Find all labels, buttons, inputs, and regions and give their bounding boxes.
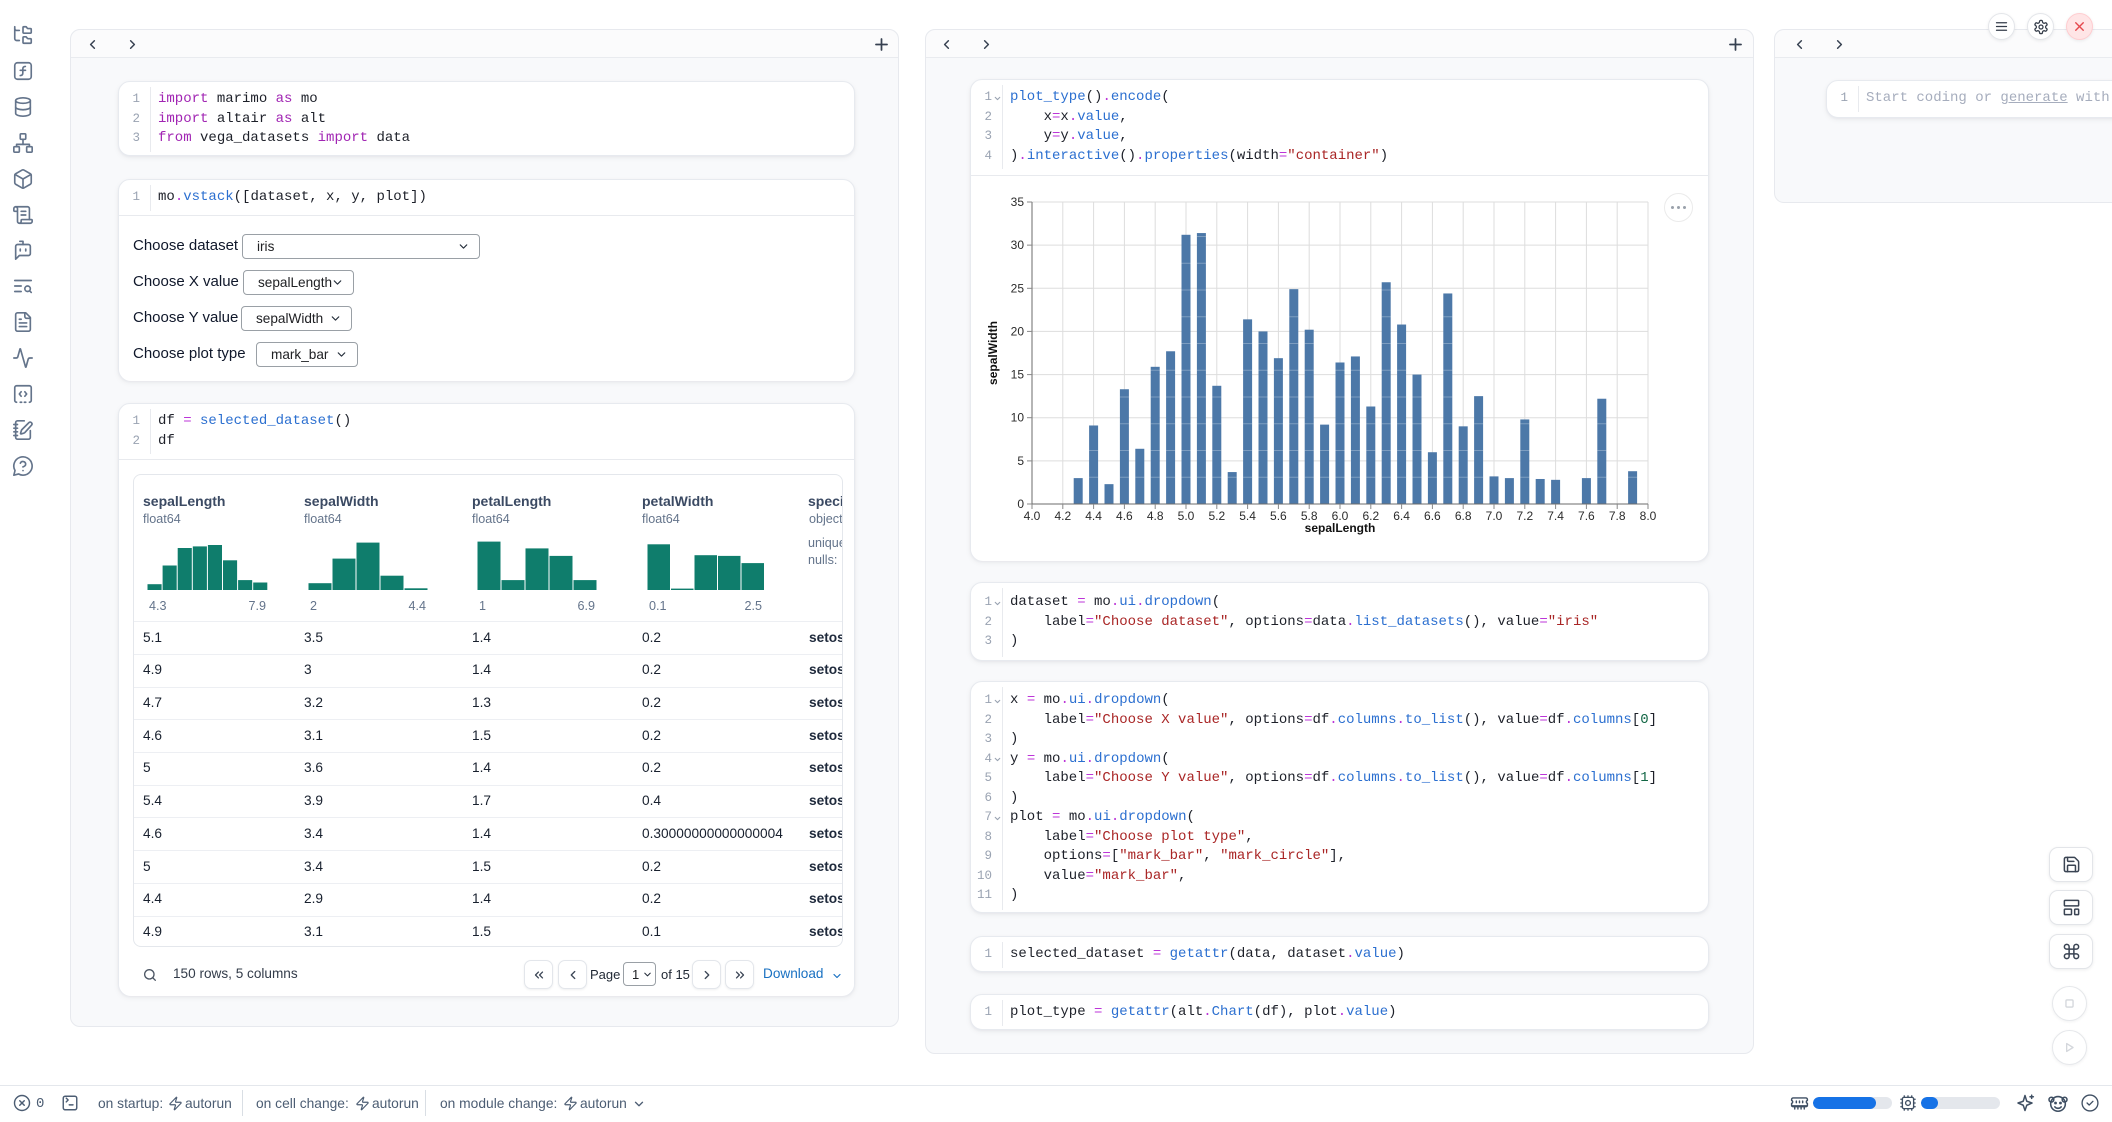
svg-text:6.6: 6.6: [1424, 509, 1441, 523]
svg-text:8.0: 8.0: [1640, 509, 1657, 523]
svg-text:4.4: 4.4: [1085, 509, 1102, 523]
svg-text:7.0: 7.0: [1486, 509, 1503, 523]
svg-text:6.4: 6.4: [1393, 509, 1410, 523]
svg-text:10: 10: [1011, 411, 1025, 425]
svg-text:7.4: 7.4: [1547, 509, 1564, 523]
svg-text:30: 30: [1011, 238, 1025, 252]
svg-text:5.6: 5.6: [1270, 509, 1287, 523]
svg-text:25: 25: [1011, 281, 1025, 295]
svg-text:sepalWidth: sepalWidth: [986, 321, 1000, 385]
svg-text:4.8: 4.8: [1147, 509, 1164, 523]
svg-text:5: 5: [1017, 454, 1024, 468]
svg-text:4.2: 4.2: [1054, 509, 1071, 523]
svg-text:20: 20: [1011, 324, 1025, 338]
svg-text:4.0: 4.0: [1024, 509, 1041, 523]
svg-text:5.2: 5.2: [1208, 509, 1225, 523]
svg-text:15: 15: [1011, 368, 1025, 382]
svg-text:7.2: 7.2: [1516, 509, 1533, 523]
svg-text:35: 35: [1011, 195, 1025, 209]
svg-text:sepalLength: sepalLength: [1305, 521, 1376, 535]
svg-text:7.8: 7.8: [1609, 509, 1626, 523]
svg-text:5.0: 5.0: [1178, 509, 1195, 523]
svg-text:0: 0: [1017, 497, 1024, 511]
svg-text:5.4: 5.4: [1239, 509, 1256, 523]
svg-text:6.8: 6.8: [1455, 509, 1472, 523]
svg-text:7.6: 7.6: [1578, 509, 1595, 523]
svg-text:4.6: 4.6: [1116, 509, 1133, 523]
